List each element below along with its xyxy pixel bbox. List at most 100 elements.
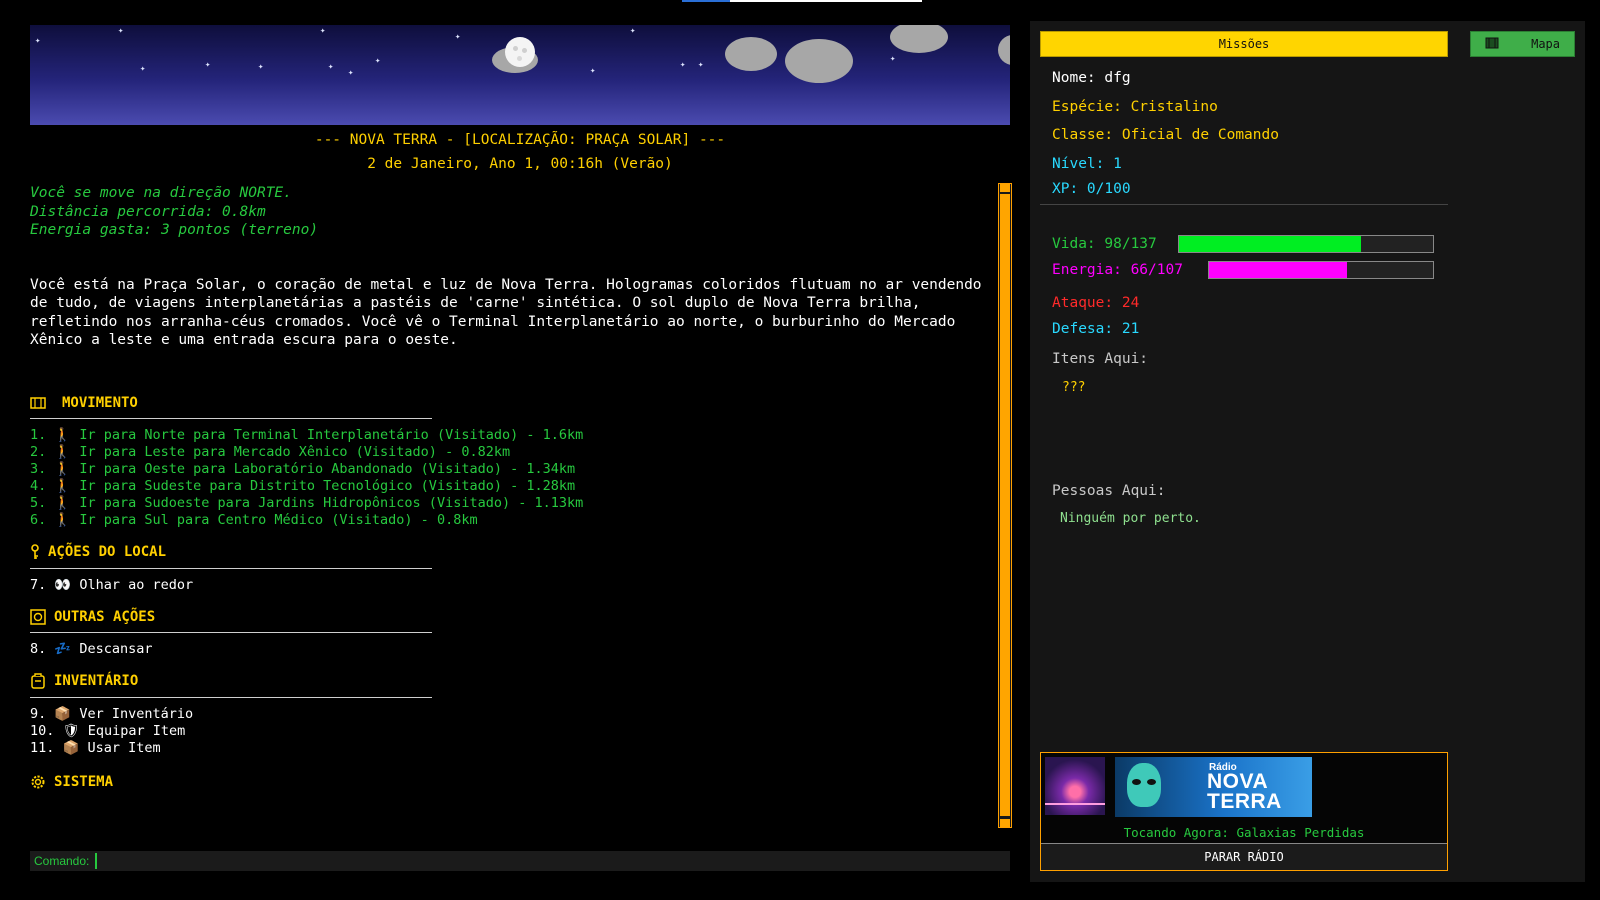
player-level: Nível: 1 [1052, 156, 1122, 172]
player-xp: XP: 0/100 [1052, 181, 1131, 197]
date-line: 2 de Janeiro, Ano 1, 00:16h (Verão) [367, 156, 673, 172]
map-icon [1485, 37, 1499, 52]
moon [505, 37, 535, 67]
option-move-south[interactable]: 6. 🚶 Ir para Sul para Centro Médico (Vis… [30, 512, 990, 529]
star-icon: ✦ [680, 60, 686, 70]
radio-logo-line2: TERRA [1207, 790, 1282, 813]
option-rest[interactable]: 8. 💤 Descansar [30, 641, 990, 658]
gear-icon [30, 774, 46, 790]
defense-stat: Defesa: 21 [1052, 321, 1140, 337]
health-bar [1178, 235, 1434, 253]
divider [30, 696, 432, 698]
star-icon: ✦ [630, 26, 636, 36]
section-inventario: INVENTÁRIO [30, 672, 990, 691]
option-view-inventory[interactable]: 9. 📦 Ver Inventário [30, 706, 990, 723]
option-move-southeast[interactable]: 4. 🚶 Ir para Sudeste para Distrito Tecno… [30, 478, 990, 495]
items-here-label: Itens Aqui: [1052, 351, 1149, 367]
night-sky-banner: ✦ ✦ ✦ ✦ ✦ ✦ ✦ ✦ ✦ ✦ ✦ ✦ ✦ ✦ ✦ [30, 25, 1010, 125]
other-action-options: 8. 💤 Descansar [30, 641, 990, 658]
energy-bar-fill [1209, 262, 1348, 278]
star-icon: ✦ [455, 32, 461, 42]
player-class: Classe: Oficial de Comando [1052, 127, 1279, 143]
command-input[interactable] [95, 853, 1010, 869]
key-icon [30, 544, 40, 560]
star-icon: ✦ [590, 66, 596, 76]
section-title: OUTRAS AÇÕES [54, 608, 156, 625]
star-icon: ✦ [205, 60, 211, 70]
star-icon: ✦ [118, 26, 124, 36]
scroll-up-arrow[interactable] [1000, 184, 1010, 192]
section-acoes-local: AÇÕES DO LOCAL [30, 543, 990, 562]
stop-radio-button[interactable]: PARAR RÁDIO [1041, 843, 1447, 870]
divider [30, 567, 432, 569]
scrollbar-thumb[interactable] [1000, 194, 1010, 816]
map-button[interactable]: Mapa [1470, 31, 1575, 57]
section-title: AÇÕES DO LOCAL [48, 544, 167, 560]
missions-button[interactable]: Missões [1040, 31, 1448, 57]
star-icon: ✦ [258, 62, 264, 72]
radio-logo-line1: NOVA [1207, 770, 1269, 793]
radio-logo: Rádio NOVA TERRA [1115, 757, 1312, 817]
star-icon: ✦ [348, 68, 354, 78]
cloud [785, 39, 853, 83]
movement-message: Você se move na direção NORTE. [30, 185, 292, 201]
section-title: SISTEMA [54, 773, 114, 790]
radio-logo-text: NOVA TERRA [1207, 770, 1282, 813]
movement-message: Energia gasta: 3 pontos (terreno) [30, 222, 319, 238]
option-move-north[interactable]: 1. 🚶 Ir para Norte para Terminal Interpl… [30, 427, 990, 444]
option-use-item[interactable]: 11. 📦 Usar Item [30, 740, 990, 757]
star-icon: ✦ [328, 62, 334, 72]
option-equip-item[interactable]: 10. 🛡 Equipar Item [30, 723, 990, 740]
health-label: Vida: 98/137 [1052, 236, 1157, 252]
status-panel: Missões Mapa Nome: dfg Espécie: Cristali… [1030, 21, 1585, 882]
health-bar-fill [1179, 236, 1361, 252]
map-icon [30, 395, 46, 411]
inventory-options: 9. 📦 Ver Inventário 10. 🛡 Equipar Item 1… [30, 706, 990, 757]
movement-message: Distância percorrida: 0.8km [30, 203, 266, 220]
player-species: Espécie: Cristalino [1052, 99, 1218, 115]
option-look-around[interactable]: 7. 👀 Olhar ao redor [30, 577, 990, 594]
section-movimento: MOVIMENTO [30, 394, 990, 413]
divider [30, 632, 432, 633]
star-icon: ✦ [698, 60, 704, 70]
section-title: INVENTÁRIO [54, 673, 139, 689]
section-outras-acoes: OUTRAS AÇÕES [30, 608, 990, 627]
command-label: Comando: [34, 854, 90, 868]
radio-player: Rádio NOVA TERRA Tocando Agora: Galaxias… [1040, 752, 1448, 871]
star-icon: ✦ [35, 36, 41, 46]
section-title: MOVIMENTO [62, 394, 138, 411]
items-here-value: ??? [1062, 380, 1086, 395]
divider [1040, 204, 1448, 205]
option-move-east[interactable]: 2. 🚶 Ir para Leste para Mercado Xênico (… [30, 444, 990, 461]
movement-options: 1. 🚶 Ir para Norte para Terminal Interpl… [30, 427, 990, 529]
player-name: Nome: dfg [1052, 70, 1131, 86]
local-action-options: 7. 👀 Olhar ao redor [30, 577, 990, 594]
star-icon: ✦ [140, 64, 146, 74]
people-here-label: Pessoas Aqui: [1052, 483, 1166, 499]
backpack-icon [30, 673, 46, 689]
scroll-down-arrow[interactable] [1000, 819, 1010, 827]
cloud [890, 25, 948, 53]
log-scrollbar[interactable] [998, 183, 1012, 828]
option-move-southwest[interactable]: 5. 🚶 Ir para Sudoeste para Jardins Hidro… [30, 495, 990, 512]
cloud [998, 35, 1010, 65]
energy-bar [1208, 261, 1434, 279]
attack-stat: Ataque: 24 [1052, 295, 1140, 311]
album-cover [1045, 757, 1105, 815]
section-sistema: SISTEMA [30, 773, 990, 792]
cycle-icon [30, 609, 46, 625]
game-log: Você se move na direção NORTE. Distância… [30, 184, 990, 791]
people-here-value: Ninguém por perto. [1060, 511, 1201, 526]
star-icon: ✦ [890, 54, 896, 64]
command-bar: Comando: [30, 851, 1010, 871]
now-playing: Tocando Agora: Galaxias Perdidas [1123, 825, 1365, 840]
energy-label: Energia: 66/107 [1052, 262, 1183, 278]
option-move-west[interactable]: 3. 🚶 Ir para Oeste para Laboratório Aban… [30, 461, 990, 478]
alien-mascot [1127, 763, 1161, 807]
divider [30, 418, 432, 419]
star-icon: ✦ [375, 56, 381, 66]
location-title: --- NOVA TERRA - [LOCALIZAÇÃO: PRAÇA SOL… [314, 132, 726, 148]
map-button-label: Mapa [1531, 37, 1560, 51]
top-tab-indicator [682, 0, 922, 2]
cloud [725, 37, 777, 71]
